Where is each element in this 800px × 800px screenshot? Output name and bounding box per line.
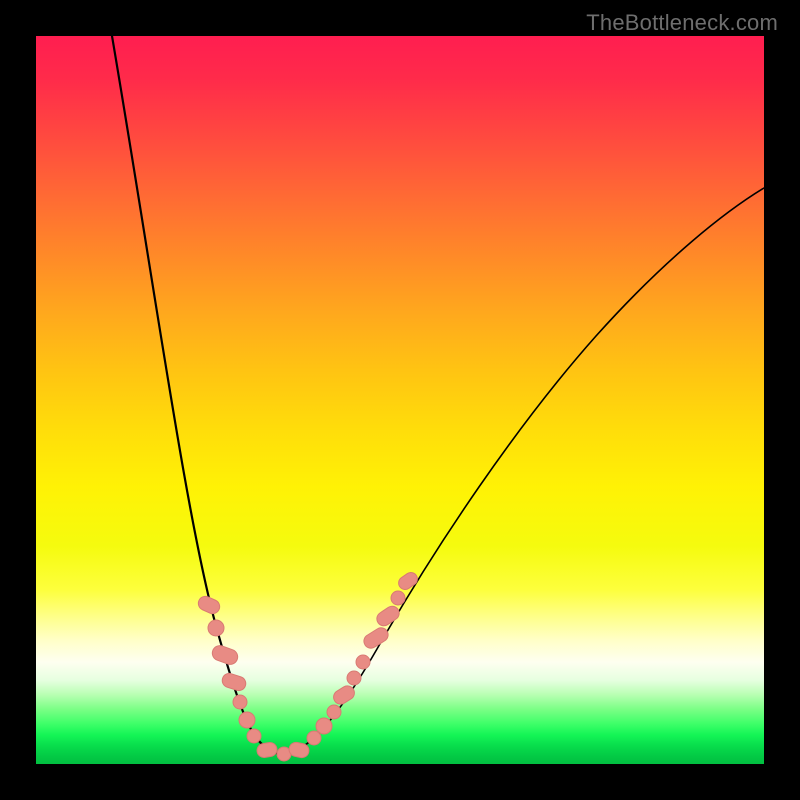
data-marker (239, 712, 255, 728)
data-marker (374, 603, 402, 628)
chart-frame (36, 36, 764, 764)
data-marker (356, 655, 370, 669)
data-marker (316, 718, 332, 734)
marker-group (196, 570, 420, 761)
data-marker (361, 625, 390, 651)
data-marker (210, 644, 240, 667)
data-marker (220, 672, 247, 693)
data-marker (196, 594, 222, 616)
data-marker (247, 729, 261, 743)
data-marker (208, 620, 224, 636)
curve-group (112, 36, 764, 754)
data-marker (327, 705, 341, 719)
data-marker (307, 731, 321, 745)
data-marker (391, 591, 405, 605)
data-marker (396, 570, 420, 592)
chart-svg (36, 36, 764, 764)
curve-left-curve (112, 36, 282, 754)
data-marker (233, 695, 247, 709)
watermark-label: TheBottleneck.com (586, 10, 778, 36)
data-marker (256, 741, 278, 758)
curve-right-curve (282, 188, 764, 754)
data-marker (347, 671, 361, 685)
